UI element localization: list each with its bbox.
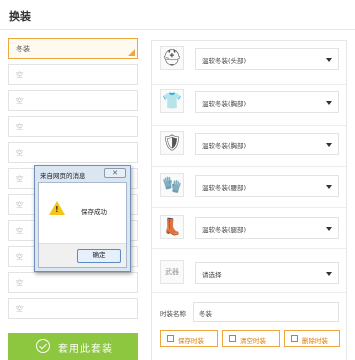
close-icon[interactable]: ✕ <box>104 168 126 178</box>
weapon-select[interactable]: 请选择 <box>195 262 339 284</box>
dropdown-arrow-icon <box>326 272 332 276</box>
dialog-titlebar[interactable]: 来自网页的消息 ✕ <box>35 166 130 181</box>
dialog-title: 来自网页的消息 <box>40 172 86 180</box>
outfit-slot-11[interactable]: 空 <box>8 298 138 319</box>
dropdown-arrow-icon <box>326 101 332 105</box>
slot-label: 空 <box>16 279 23 287</box>
select-value: 温软冬装(胸部) <box>202 100 247 108</box>
slot-label: 空 <box>16 123 23 131</box>
divider <box>151 84 347 85</box>
delete-icon <box>291 335 298 342</box>
leg-equipment-select[interactable]: 温软冬装(腿部) <box>195 217 339 239</box>
chest-equipment-select-2[interactable]: 温软冬装(胸部) <box>195 133 339 155</box>
clear-outfit-button[interactable]: 清空时装 <box>222 330 280 347</box>
divider <box>151 207 347 208</box>
outfit-name-value: 冬装 <box>199 310 212 318</box>
slot-label: 空 <box>16 149 23 157</box>
apply-outfit-label: 套用此套装 <box>58 344 113 355</box>
save-outfit-label: 保存时装 <box>178 338 204 345</box>
slot-label: 空 <box>16 97 23 105</box>
divider <box>151 166 347 167</box>
chest-armor-icon: 🛡 <box>160 131 184 155</box>
delete-outfit-label: 删除时装 <box>302 338 328 345</box>
delete-outfit-button[interactable]: 删除时装 <box>284 330 340 347</box>
slot-label: 空 <box>16 305 23 313</box>
outfit-slot-1[interactable]: 冬装 <box>8 38 138 59</box>
warning-exclamation-icon: ! <box>55 205 59 214</box>
alert-dialog: 来自网页的消息 ✕ ! 保存成功 确定 <box>34 165 131 272</box>
body-armor-icon: 👕 <box>160 89 184 113</box>
outfit-name-label: 时装名称 <box>160 310 186 318</box>
boots-icon: 👢 <box>160 215 184 239</box>
weapon-icon: 武器 <box>160 260 184 284</box>
outfit-name-input[interactable]: 冬装 <box>193 302 339 322</box>
select-value: 温软冬装(头部) <box>202 57 247 65</box>
apply-outfit-button[interactable]: 套用此套装 <box>8 333 138 360</box>
divider <box>151 292 347 293</box>
dropdown-arrow-icon <box>326 185 332 189</box>
outfit-slot-4[interactable]: 空 <box>8 116 138 137</box>
slot-label: 空 <box>16 71 23 79</box>
save-icon <box>167 335 174 342</box>
check-circle-icon <box>36 339 50 353</box>
select-value: 温软冬装(腿部) <box>202 226 247 234</box>
selected-corner-icon <box>128 49 135 56</box>
outfit-slot-10[interactable]: 空 <box>8 272 138 293</box>
save-outfit-button[interactable]: 保存时装 <box>160 330 218 347</box>
dropdown-arrow-icon <box>326 227 332 231</box>
helmet-icon: ⛑ <box>160 46 184 70</box>
slot-label: 空 <box>16 227 23 235</box>
outfit-slot-5[interactable]: 空 <box>8 142 138 163</box>
slot-label: 冬装 <box>16 45 30 53</box>
select-value: 温软冬装(腰部) <box>202 184 247 192</box>
gloves-icon: 🧤 <box>160 173 184 197</box>
ok-button[interactable]: 确定 <box>77 249 121 263</box>
select-value: 请选择 <box>202 271 222 279</box>
head-equipment-select[interactable]: 温软冬装(头部) <box>195 48 339 70</box>
waist-equipment-select[interactable]: 温软冬装(腰部) <box>195 175 339 197</box>
clear-icon <box>229 335 236 342</box>
header: 换装 <box>0 0 355 30</box>
divider <box>151 125 347 126</box>
slot-label: 空 <box>16 253 23 261</box>
slot-label: 空 <box>16 201 23 209</box>
dropdown-arrow-icon <box>326 58 332 62</box>
dialog-footer: 确定 <box>39 243 126 267</box>
dropdown-arrow-icon <box>326 143 332 147</box>
select-value: 温软冬装(胸部) <box>202 142 247 150</box>
divider <box>151 248 347 249</box>
chest-equipment-select[interactable]: 温软冬装(胸部) <box>195 91 339 113</box>
page-title: 换装 <box>9 10 31 23</box>
dialog-message: 保存成功 <box>81 208 107 216</box>
outfit-slot-3[interactable]: 空 <box>8 90 138 111</box>
clear-outfit-label: 清空时装 <box>240 338 266 345</box>
slot-label: 空 <box>16 175 23 183</box>
dialog-body: ! 保存成功 确定 <box>38 182 127 268</box>
outfit-slot-2[interactable]: 空 <box>8 64 138 85</box>
